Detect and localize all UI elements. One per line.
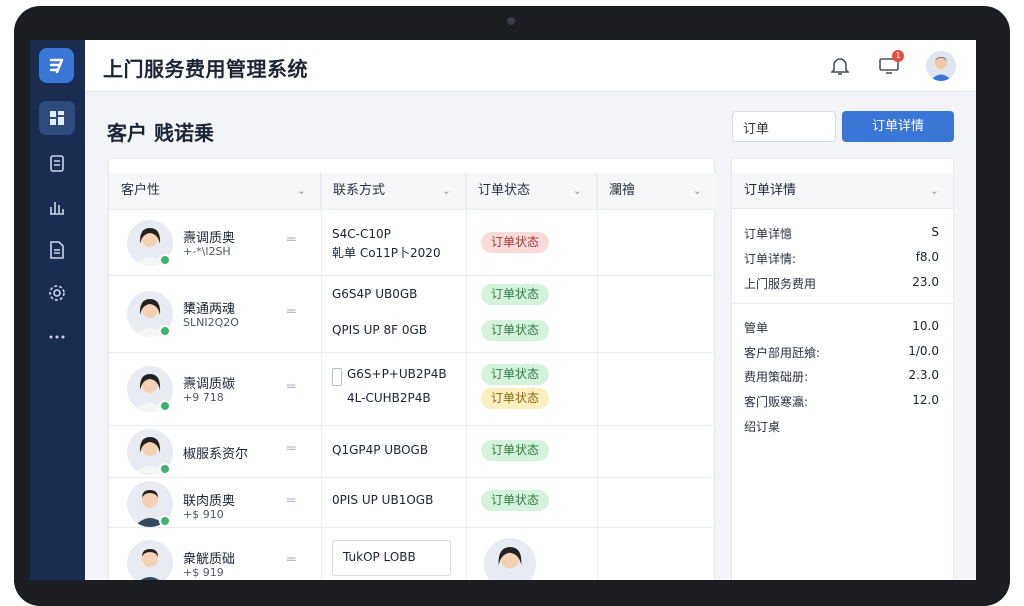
detail-row: 客门贩寒瀛: 12.0 [744,393,939,409]
status-badge: 订单状态 [481,440,550,461]
page-title: 客户 贱诺乗 [107,121,214,145]
more-dots-icon [49,335,65,339]
customer-phone: +$ 910 [183,508,224,521]
online-status-dot [159,400,171,412]
app-screen: 上门服务费用管理系统 1 客户 贱诺乗 订单 订单详情 客户性 ⌄ 联系方式 ⌄ 订… [30,40,976,580]
notification-button[interactable] [828,54,852,78]
contact-input[interactable]: TukOP LOBB [332,540,451,576]
customer-name: 联肉质奥 [183,494,236,509]
drag-handle-icon[interactable]: ═ [287,232,295,248]
contact-line: QPIS UP 8F 0GB [332,323,428,337]
column-header-status[interactable]: 订单状态 ⌄ [466,173,597,209]
chevron-down-icon: ⌄ [692,184,702,197]
status-badge: 订单状态 [481,284,550,305]
contact-line: S4C-C10P [332,227,391,241]
customer-name: 椒服系资尔 [183,447,249,462]
document-icon [50,241,64,259]
table-row[interactable]: 燾调质碳 +9 718 ═ G6S+P+UB2P4B 4L-CUHB2P4B 订… [109,352,716,425]
gear-icon [49,285,65,301]
chevron-down-icon: ⌄ [572,184,582,197]
sidebar-item-documents[interactable] [39,233,75,267]
messages-button[interactable]: 1 [877,50,904,78]
chevron-down-icon: ⌄ [296,184,306,197]
table-row[interactable]: 燾调质奥 +-*\l2SH ═ S4C-C10P 乹单 Co11P卜2020 订… [109,209,716,275]
online-status-dot [159,463,171,475]
contact-line: G6S+P+UB2P4B [347,367,447,381]
online-status-dot [159,325,171,337]
notification-badge: 1 [892,50,904,62]
customer-table: 客户性 ⌄ 联系方式 ⌄ 订单状态 ⌄ 瀾禬 ⌄ 燾调质奥 +-*\l2SH ═ S4C… [108,158,716,580]
status-badge: 订单状态 [481,232,550,253]
app-logo-icon[interactable] [39,48,74,83]
drag-handle-icon[interactable]: ═ [287,441,295,457]
drag-handle-icon[interactable]: ═ [287,493,295,509]
camera-dot [507,17,515,25]
drag-handle-icon[interactable]: ═ [287,304,295,320]
app-title: 上门服务费用管理系统 [103,57,308,81]
chevron-down-icon: ⌄ [441,184,451,197]
table-row[interactable]: 联肉质奥 +$ 910 ═ 0PIS UP UB1OGB 订单状态 [109,477,716,527]
contact-line: 乹单 Co11P卜2020 [332,246,441,260]
customer-avatar [127,540,173,580]
customer-phone: +9 718 [183,391,224,404]
order-detail-button[interactable]: 订单详情 [842,111,954,142]
detail-row: 管单 10.0 [744,319,939,335]
detail-row: 费用策础册: 2.3.0 [744,368,939,384]
user-avatar[interactable] [926,51,956,81]
chevron-down-icon: ⌄ [929,184,939,197]
contact-line: G6S4P UB0GB [332,287,418,301]
clipboard-icon [50,155,64,172]
bell-icon [831,58,849,75]
top-header: 上门服务费用管理系统 1 [85,40,976,92]
sidebar [30,40,85,580]
sidebar-item-settings[interactable] [39,276,75,310]
detail-row: 绍订桌 [744,420,781,434]
drag-handle-icon[interactable]: ═ [287,552,295,568]
customer-name: 燾调质碳 [183,377,236,392]
detail-row: 上门服务费用 23.0 [744,275,939,291]
sidebar-item-more[interactable] [39,320,75,354]
drag-handle-icon[interactable]: ═ [287,379,295,395]
customer-name: 燾调质奥 [183,231,236,246]
dashboard-icon [50,111,64,125]
detail-divider [732,303,953,304]
assignee-avatar [484,538,536,580]
table-row[interactable]: 橥通两魂 SLNI2Q2O ═ G6S4P UB0GB QPIS UP 8F 0… [109,275,716,352]
sidebar-item-dashboard[interactable] [39,101,75,135]
customer-name: 衆觥质础 [183,552,236,567]
column-header-extra[interactable]: 瀾禬 ⌄ [597,173,716,209]
detail-row: 客户部用瓩飨: 1/0.0 [744,344,939,360]
online-status-dot [159,515,171,527]
contact-line: 4L-CUHB2P4B [347,391,431,405]
customer-name: 橥通两魂 [183,302,236,317]
row-checkbox[interactable] [332,368,342,386]
sidebar-item-reports[interactable] [39,190,75,224]
status-badge: 订单状态 [481,364,550,385]
table-row[interactable]: 衆觥质础 +$ 919 ═ TukOP LOBB [109,527,716,580]
status-badge: 订单状态 [481,320,550,341]
status-badge: 订单状态 [481,490,550,511]
table-row[interactable]: 椒服系资尔 ═ Q1GP4P UBOGB 订单状态 [109,425,716,477]
contact-line: Q1GP4P UBOGB [332,443,429,457]
column-header-customer[interactable]: 客户性 ⌄ [109,173,321,209]
detail-row: 订单详憶 S [744,225,939,241]
contact-line: 0PIS UP UB1OGB [332,493,434,507]
online-status-dot [159,254,171,266]
search-input[interactable]: 订单 [732,111,836,142]
customer-phone: +-*\l2SH [183,245,231,258]
status-badge: 订单状态 [481,388,550,409]
customer-phone: SLNI2Q2O [183,316,239,329]
customer-phone: +$ 919 [183,566,224,579]
detail-row: 订单详情: f8.0 [744,250,939,266]
detail-panel-header[interactable]: 订单详情 ⌄ [732,173,953,209]
bar-chart-icon [50,202,64,215]
sidebar-item-orders[interactable] [39,146,75,180]
order-detail-panel: 订单详情 ⌄ 订单详憶 S 订单详情: f8.0 上门服务费用 23.0 管单 10.0… [731,158,954,580]
column-header-contact[interactable]: 联系方式 ⌄ [321,173,466,209]
